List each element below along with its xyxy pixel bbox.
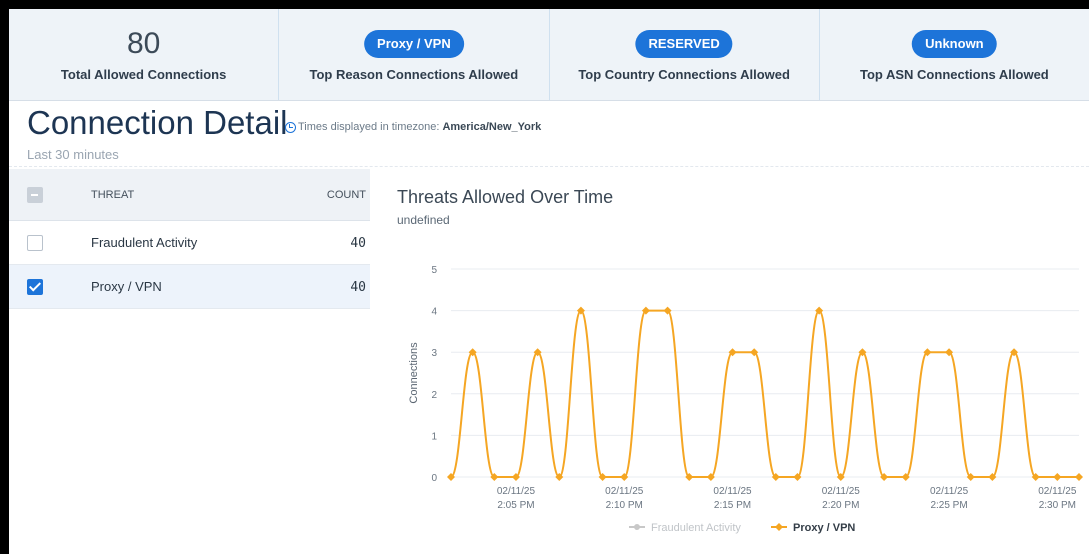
x-tick-label: 2:10 PM [606,500,643,511]
y-tick-label: 0 [431,473,437,484]
y-tick-label: 5 [431,265,437,276]
data-point[interactable] [1075,473,1083,481]
x-tick-label: 02/11/25 [822,486,861,497]
legend-marker-fraudulent-activity [634,524,640,530]
stat-top-country-caption: Top Country Connections Allowed [578,67,790,82]
x-tick-label: 2:05 PM [497,500,534,511]
top-asn-pill[interactable]: Unknown [912,30,997,58]
data-point[interactable] [1053,473,1062,481]
select-all-checkbox[interactable] [27,187,43,203]
stat-total-allowed: 80 Total Allowed Connections [9,9,280,100]
threat-table: THREAT COUNT Fraudulent Activity 40 Prox… [9,169,370,309]
legend-item-fraudulent-activity[interactable]: Fraudulent Activity [651,522,741,534]
x-tick-label: 02/11/25 [497,486,536,497]
x-tick-label: 02/11/25 [1038,486,1077,497]
column-header-count[interactable]: COUNT [327,189,366,201]
x-tick-label: 2:30 PM [1039,500,1076,511]
stat-top-reason: Proxy / VPN Top Reason Connections Allow… [279,9,550,100]
legend-item-proxy-vpn[interactable]: Proxy / VPN [793,522,855,534]
header-divider [9,166,1089,167]
table-row[interactable]: Proxy / VPN 40 [9,265,370,309]
threat-table-header: THREAT COUNT [9,169,370,221]
chart-subtitle: undefined [397,213,450,227]
timezone-label: Times displayed in timezone: [298,121,440,133]
chart-title: Threats Allowed Over Time [397,187,614,207]
x-tick-label: 02/11/25 [605,486,644,497]
x-tick-label: 2:20 PM [822,500,859,511]
top-country-pill[interactable]: RESERVED [635,30,733,58]
legend-marker-proxy-vpn [775,523,783,531]
stat-top-reason-caption: Top Reason Connections Allowed [309,67,519,82]
clock-icon [285,121,296,133]
x-tick-label: 02/11/25 [713,486,752,497]
page-title: Connection Detail [27,104,288,141]
threat-name: Proxy / VPN [91,279,162,294]
connection-detail-page: 80 Total Allowed Connections Proxy / VPN… [9,9,1089,554]
row-checkbox[interactable] [27,235,43,251]
threats-line-chart: 0 1 2 3 4 5 Connections 02/11/25 2:05 PM 02/11/25… [408,265,1083,534]
stat-top-asn-caption: Top ASN Connections Allowed [860,67,1049,82]
row-checkbox[interactable] [27,279,43,295]
table-row[interactable]: Fraudulent Activity 40 [9,221,370,265]
threat-count: 40 [350,280,366,295]
stats-bar: 80 Total Allowed Connections Proxy / VPN… [9,9,1089,101]
x-tick-label: 2:15 PM [714,500,751,511]
y-tick-label: 2 [431,390,437,401]
time-range: Last 30 minutes [27,147,119,162]
stat-top-country: RESERVED Top Country Connections Allowed [550,9,820,100]
timezone-note: Times displayed in timezone: America/New… [285,121,541,133]
y-tick-label: 3 [431,348,437,359]
x-tick-label: 02/11/25 [930,486,969,497]
y-axis-title: Connections [408,342,420,404]
top-reason-pill[interactable]: Proxy / VPN [364,30,464,58]
x-tick-label: 2:25 PM [930,500,967,511]
column-header-threat[interactable]: THREAT [91,189,134,201]
threat-name: Fraudulent Activity [91,235,198,250]
stat-total-value: 80 [126,27,161,60]
stat-top-asn: Unknown Top ASN Connections Allowed [820,9,1089,100]
timezone-value: America/New_York [442,121,542,133]
threat-count: 40 [350,236,366,251]
stat-total-caption: Total Allowed Connections [60,67,227,82]
y-tick-label: 1 [431,431,437,442]
y-tick-label: 4 [431,307,437,318]
